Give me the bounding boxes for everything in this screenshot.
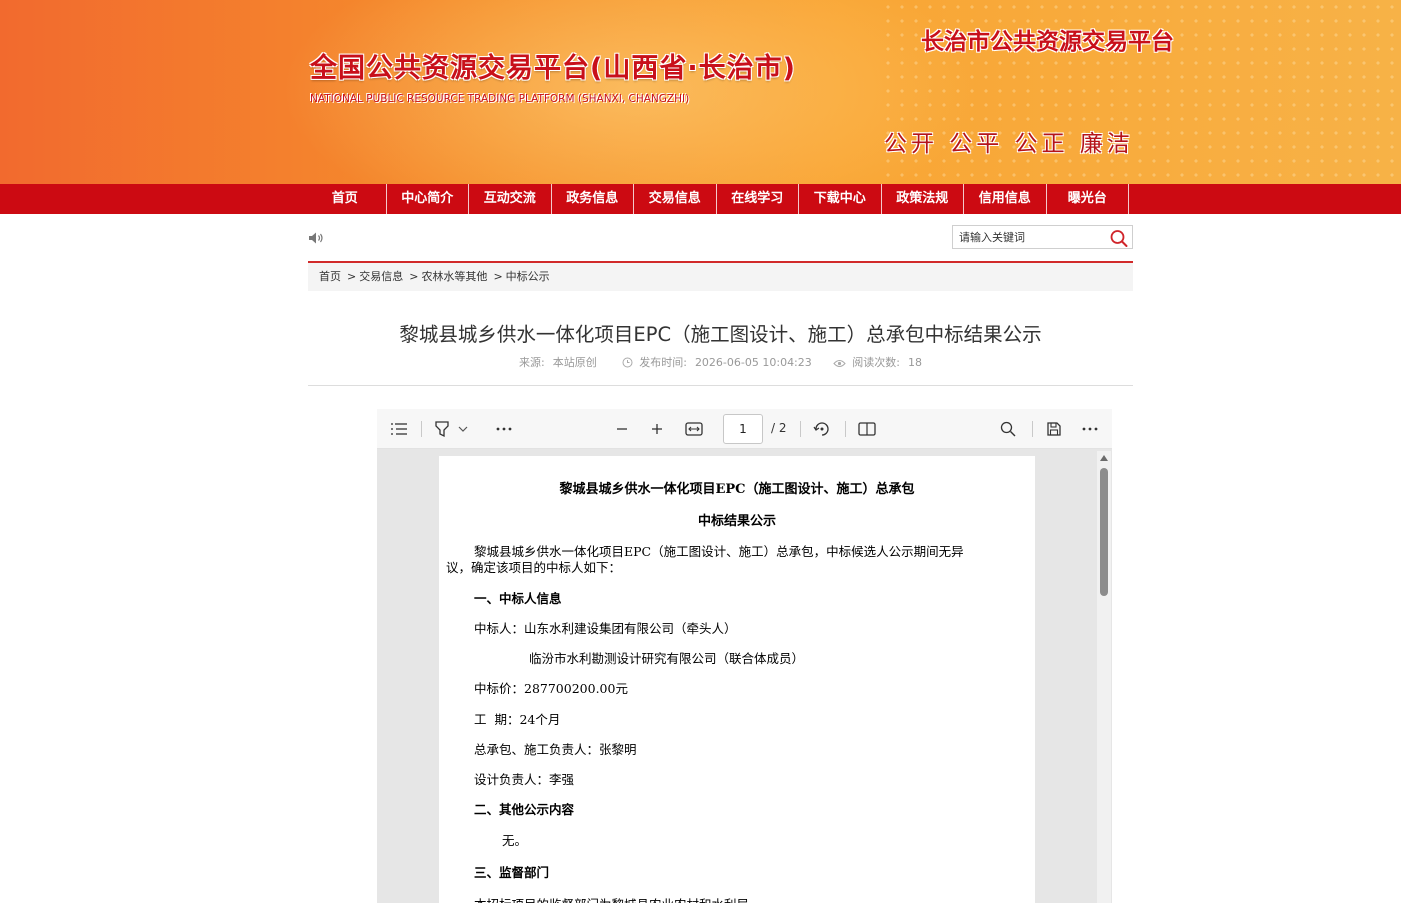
- views-count: 18: [907, 356, 922, 369]
- zoom-out-icon[interactable]: [611, 418, 633, 440]
- toolbar-divider: [845, 421, 846, 437]
- toolbar-divider: [421, 421, 422, 437]
- pdf-heading: 黎城县城乡供水一体化项目EPC（施工图设计、施工）总承包: [559, 482, 915, 497]
- article-title: 黎城县城乡供水一体化项目EPC（施工图设计、施工）总承包中标结果公示: [399, 323, 1042, 346]
- pdf-scrollbar[interactable]: [1097, 451, 1111, 903]
- pdf-section-1: 一、中标人信息: [474, 591, 562, 606]
- nav-item-exposure[interactable]: 曝光台: [1047, 184, 1129, 214]
- nav-item-home[interactable]: 首页: [304, 184, 387, 214]
- pdf-winner-lead: 中标人：山东水利建设集团有限公司（牵头人）: [474, 621, 737, 636]
- breadcrumb-separator: >: [409, 270, 419, 283]
- pdf-viewer: 1 / 2 黎城县城乡供水一体化项目EPC（施工图设计、施工）总承包 中标结果公…: [377, 409, 1112, 903]
- breadcrumb: 首页 > 交易信息 > 农林水等其他 > 中标公示: [308, 261, 1133, 291]
- pdf-manager: 总承包、施工负责人：张黎明: [474, 742, 637, 757]
- breadcrumb-separator: >: [347, 270, 357, 283]
- pdf-subheading: 中标结果公示: [697, 514, 776, 529]
- title-divider: [308, 385, 1133, 386]
- site-title: 全国公共资源交易平台(山西省·长治市): [310, 53, 796, 84]
- highlighter-icon[interactable]: [431, 418, 453, 440]
- pdf-section-3: 三、监督部门: [474, 865, 550, 880]
- nav-item-downloads[interactable]: 下载中心: [799, 184, 882, 214]
- slogan: 公开 公平 公正 廉洁: [884, 131, 1134, 157]
- city-platform-title: 长治市公共资源交易平台: [921, 29, 1174, 55]
- pdf-supervision: 本招标项目的监督部门为黎城县农业农村和水利局: [474, 894, 749, 903]
- breadcrumb-separator: >: [493, 270, 503, 283]
- main-nav: 首页 中心简介 互动交流 政务信息 交易信息 在线学习 下载中心 政策法规 信用…: [0, 184, 1401, 214]
- pdf-price: 中标价：287700200.00元: [474, 681, 628, 696]
- pdf-winner-member: 临汾市水利勘测设计研究有限公司（联合体成员）: [529, 651, 805, 666]
- scroll-up-arrow-icon[interactable]: [1100, 455, 1108, 461]
- breadcrumb-category[interactable]: 农林水等其他: [421, 270, 487, 283]
- nav-item-interaction[interactable]: 互动交流: [469, 184, 552, 214]
- views-label: 阅读次数:: [852, 356, 900, 369]
- clock-icon: [622, 357, 633, 371]
- article-meta: 来源: 本站原创 发布时间: 2026-06-05 10:04:23 阅读次数: 18: [308, 354, 1133, 371]
- breadcrumb-current[interactable]: 中标公示: [506, 270, 550, 283]
- toc-icon[interactable]: [388, 418, 410, 440]
- search-box: [952, 225, 1133, 249]
- pdf-intro-line2: 议，确定该项目的中标人如下：: [446, 560, 622, 575]
- nav-item-online-learning[interactable]: 在线学习: [717, 184, 799, 214]
- zoom-in-icon[interactable]: [646, 418, 668, 440]
- search-input[interactable]: [959, 229, 1104, 245]
- publish-time-label: 发布时间:: [639, 356, 687, 369]
- search-icon[interactable]: [1108, 228, 1130, 248]
- pdf-other-content: 无。: [502, 833, 528, 848]
- nav-item-credit-info[interactable]: 信用信息: [964, 184, 1047, 214]
- search-icon[interactable]: [997, 418, 1019, 440]
- toolbar-divider: [800, 421, 801, 437]
- breadcrumb-home[interactable]: 首页: [319, 270, 341, 283]
- nav-list: 首页 中心简介 互动交流 政务信息 交易信息 在线学习 下载中心 政策法规 信用…: [304, 184, 1129, 214]
- pdf-designer: 设计负责人：李强: [474, 772, 575, 787]
- pdf-page: 黎城县城乡供水一体化项目EPC（施工图设计、施工）总承包 中标结果公示 黎城县城…: [439, 456, 1035, 903]
- two-page-icon[interactable]: [856, 418, 878, 440]
- nav-item-trade-info[interactable]: 交易信息: [634, 184, 717, 214]
- save-icon[interactable]: [1043, 418, 1065, 440]
- site-subtitle: NATIONAL PUBLIC RESOURCE TRADING PLATFOR…: [310, 93, 690, 105]
- rotate-icon[interactable]: [811, 418, 833, 440]
- banner: 全国公共资源交易平台(山西省·长治市) NATIONAL PUBLIC RESO…: [0, 0, 1401, 184]
- more-icon[interactable]: [1079, 418, 1101, 440]
- nav-item-policies[interactable]: 政策法规: [882, 184, 964, 214]
- eye-icon: [833, 358, 846, 371]
- pdf-period: 工 期：24个月: [474, 712, 561, 727]
- page-number-input[interactable]: 1: [723, 414, 763, 444]
- banner-glow: [280, 0, 980, 184]
- pdf-toolbar: 1 / 2: [377, 409, 1112, 449]
- nav-item-gov-info[interactable]: 政务信息: [552, 184, 634, 214]
- chevron-down-icon[interactable]: [457, 418, 469, 440]
- page-total: / 2: [771, 421, 787, 435]
- source-label: 来源:: [519, 356, 545, 369]
- speaker-icon[interactable]: [308, 230, 326, 244]
- scroll-thumb[interactable]: [1100, 468, 1108, 596]
- toolbar-divider: [1032, 421, 1033, 437]
- breadcrumb-trade-info[interactable]: 交易信息: [359, 270, 403, 283]
- publish-time: 2026-06-05 10:04:23: [694, 356, 812, 369]
- fit-width-icon[interactable]: [683, 418, 705, 440]
- source-value: 本站原创: [552, 356, 597, 369]
- more-icon[interactable]: [493, 418, 515, 440]
- pdf-section-2: 二、其他公示内容: [474, 802, 575, 817]
- nav-item-about[interactable]: 中心简介: [387, 184, 469, 214]
